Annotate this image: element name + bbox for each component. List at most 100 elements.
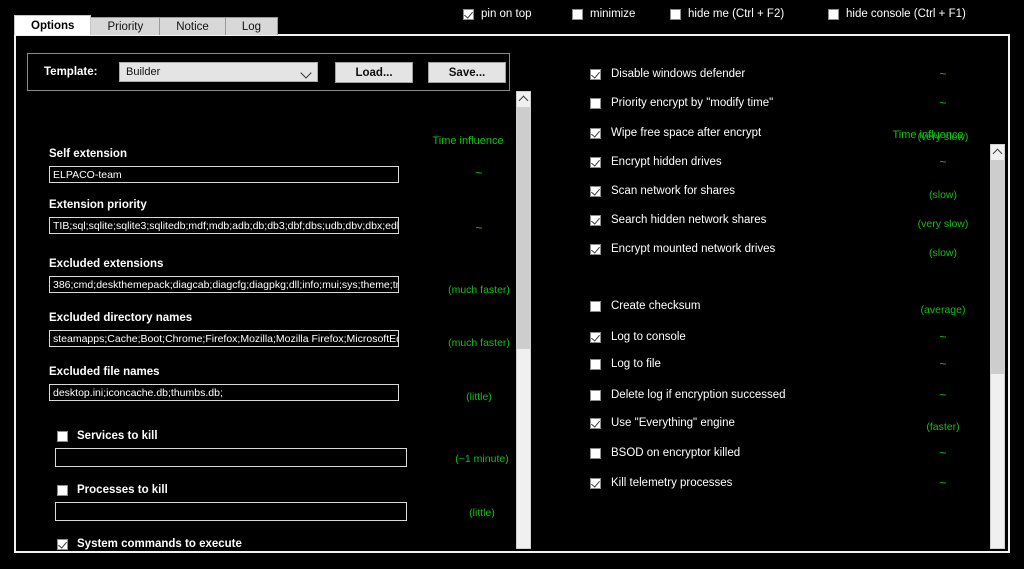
input-services-to-kill[interactable]: [55, 448, 407, 467]
option-row-log-to-console[interactable]: Log to console: [590, 331, 686, 343]
checkbox-encrypt-mounted-network-drives[interactable]: [590, 244, 601, 255]
checkbox-hide-me-ctrl-f-[interactable]: [670, 9, 681, 20]
template-select[interactable]: Builder: [119, 62, 318, 82]
tab-log[interactable]: Log: [225, 17, 278, 35]
left-pane-scrollbar[interactable]: [516, 91, 531, 549]
input-extension-priority[interactable]: TIB;sql;sqlite;sqlite3;sqlitedb;mdf;mdb;…: [49, 217, 399, 234]
global-option-label: pin on top: [481, 8, 532, 20]
time-influence-value: (~1 minute): [455, 453, 508, 465]
global-option-1[interactable]: minimize: [572, 8, 635, 20]
checkbox-encrypt-hidden-drives[interactable]: [590, 157, 601, 168]
option-row-log-to-file[interactable]: Log to file: [590, 358, 661, 370]
option-row-system-commands-to-execute[interactable]: System commands to execute: [57, 538, 242, 550]
option-label: System commands to execute: [77, 538, 242, 550]
option-label: Priority encrypt by "modify time": [611, 97, 773, 109]
time-influence-value: ~: [939, 158, 946, 166]
load-button[interactable]: Load...: [335, 62, 413, 83]
option-row-bsod-on-encryptor-killed[interactable]: BSOD on encryptor killed: [590, 447, 740, 459]
checkbox-pin-on-top[interactable]: [463, 9, 474, 20]
checkbox-system-commands-to-execute[interactable]: [57, 539, 68, 550]
checkbox-wipe-free-space-after-encrypt[interactable]: [590, 128, 601, 139]
option-row-disable-windows-defender[interactable]: Disable windows defender: [590, 68, 745, 80]
option-row-processes-to-kill[interactable]: Processes to kill: [57, 484, 168, 496]
checkbox-services-to-kill[interactable]: [57, 431, 68, 442]
checkbox-delete-log-if-encryption-successed[interactable]: [590, 390, 601, 401]
global-option-0[interactable]: pin on top: [463, 8, 532, 20]
option-row-encrypt-hidden-drives[interactable]: Encrypt hidden drives: [590, 156, 722, 168]
option-row-use-everything-engine[interactable]: Use "Everything" engine: [590, 417, 735, 429]
input-excluded-directory-names[interactable]: steamapps;Cache;Boot;Chrome;Firefox;Mozi…: [49, 330, 399, 347]
time-influence-value: (very slow): [918, 218, 969, 230]
time-influence-value: (little): [469, 507, 495, 519]
template-group-box: Template: Builder Load... Save...: [27, 53, 510, 91]
option-row-scan-network-for-shares[interactable]: Scan network for shares: [590, 185, 735, 197]
option-row-priority-encrypt-by-modify-time-[interactable]: Priority encrypt by "modify time": [590, 97, 773, 109]
time-influence-value: (much faster): [448, 284, 510, 296]
tab-priority[interactable]: Priority: [90, 17, 160, 35]
scroll-thumb[interactable]: [517, 107, 530, 349]
scroll-up-arrow-icon[interactable]: [517, 92, 530, 107]
time-influence-value: ~: [939, 391, 946, 399]
option-row-delete-log-if-encryption-successed[interactable]: Delete log if encryption successed: [590, 389, 786, 401]
option-label: Scan network for shares: [611, 185, 735, 197]
checkbox-create-checksum[interactable]: [590, 301, 601, 312]
right-pane-scrollbar[interactable]: [990, 144, 1005, 549]
checkbox-log-to-console[interactable]: [590, 332, 601, 343]
option-label: Wipe free space after encrypt: [611, 127, 761, 139]
checkbox-search-hidden-network-shares[interactable]: [590, 215, 601, 226]
input-excluded-extensions[interactable]: 386;cmd;deskthemepack;diagcab;diagcfg;di…: [49, 276, 399, 293]
time-influence-value: ~: [939, 99, 946, 107]
option-row-services-to-kill[interactable]: Services to kill: [57, 430, 158, 442]
option-label: Encrypt mounted network drives: [611, 243, 775, 255]
option-row-encrypt-mounted-network-drives[interactable]: Encrypt mounted network drives: [590, 243, 775, 255]
global-option-3[interactable]: hide console (Ctrl + F1): [828, 8, 966, 20]
time-influence-value: ~: [939, 449, 946, 457]
scroll-thumb[interactable]: [991, 160, 1004, 374]
option-row-kill-telemetry-processes[interactable]: Kill telemetry processes: [590, 477, 732, 489]
time-influence-value: (slow): [929, 247, 957, 259]
option-label: Kill telemetry processes: [611, 477, 732, 489]
input-excluded-file-names[interactable]: desktop.ini;iconcache.db;thumbs.db;: [49, 384, 399, 401]
save-button[interactable]: Save...: [428, 62, 506, 83]
time-influence-value: (little): [466, 391, 492, 403]
option-row-search-hidden-network-shares[interactable]: Search hidden network shares: [590, 214, 766, 226]
option-row-create-checksum[interactable]: Create checksum: [590, 300, 700, 312]
time-influence-value: (slow): [929, 189, 957, 201]
checkbox-scan-network-for-shares[interactable]: [590, 186, 601, 197]
option-label: Log to file: [611, 358, 661, 370]
checkbox-bsod-on-encryptor-killed[interactable]: [590, 448, 601, 459]
time-influence-value: ~: [475, 169, 482, 177]
option-label: Log to console: [611, 331, 686, 343]
option-label: Processes to kill: [77, 484, 168, 496]
time-influence-value: (much faster): [448, 337, 510, 349]
tab-strip: OptionsPriorityNoticeLog: [14, 17, 277, 35]
checkbox-hide-console-ctrl-f-[interactable]: [828, 9, 839, 20]
left-time-influence-header: Time influence: [432, 135, 503, 147]
option-label: Delete log if encryption successed: [611, 389, 786, 401]
global-option-label: hide console (Ctrl + F1): [846, 8, 966, 20]
time-influence-value: (faster): [926, 421, 959, 433]
option-row-wipe-free-space-after-encrypt[interactable]: Wipe free space after encrypt: [590, 127, 761, 139]
checkbox-disable-windows-defender[interactable]: [590, 69, 601, 80]
checkbox-log-to-file[interactable]: [590, 359, 601, 370]
checkbox-priority-encrypt-by-modify-time-[interactable]: [590, 98, 601, 109]
checkbox-processes-to-kill[interactable]: [57, 485, 68, 496]
time-influence-value: ~: [939, 333, 946, 341]
option-label: Encrypt hidden drives: [611, 156, 722, 168]
checkbox-kill-telemetry-processes[interactable]: [590, 478, 601, 489]
option-label: BSOD on encryptor killed: [611, 447, 740, 459]
time-influence-value: (average): [921, 304, 966, 316]
checkbox-use-everything-engine[interactable]: [590, 418, 601, 429]
input-self-extension[interactable]: ELPACO-team: [49, 166, 399, 183]
scroll-up-arrow-icon[interactable]: [991, 145, 1004, 160]
field-label-0: Self extension: [49, 148, 127, 160]
field-label-3: Excluded directory names: [49, 312, 192, 324]
checkbox-minimize[interactable]: [572, 9, 583, 20]
tab-options[interactable]: Options: [14, 15, 91, 35]
left-settings-pane: Template: Builder Load... Save... Time i…: [16, 36, 539, 551]
time-influence-value: ~: [475, 224, 482, 232]
global-option-2[interactable]: hide me (Ctrl + F2): [670, 8, 784, 20]
template-select-value: Builder: [126, 66, 160, 78]
input-processes-to-kill[interactable]: [55, 502, 407, 521]
tab-notice[interactable]: Notice: [159, 17, 226, 35]
